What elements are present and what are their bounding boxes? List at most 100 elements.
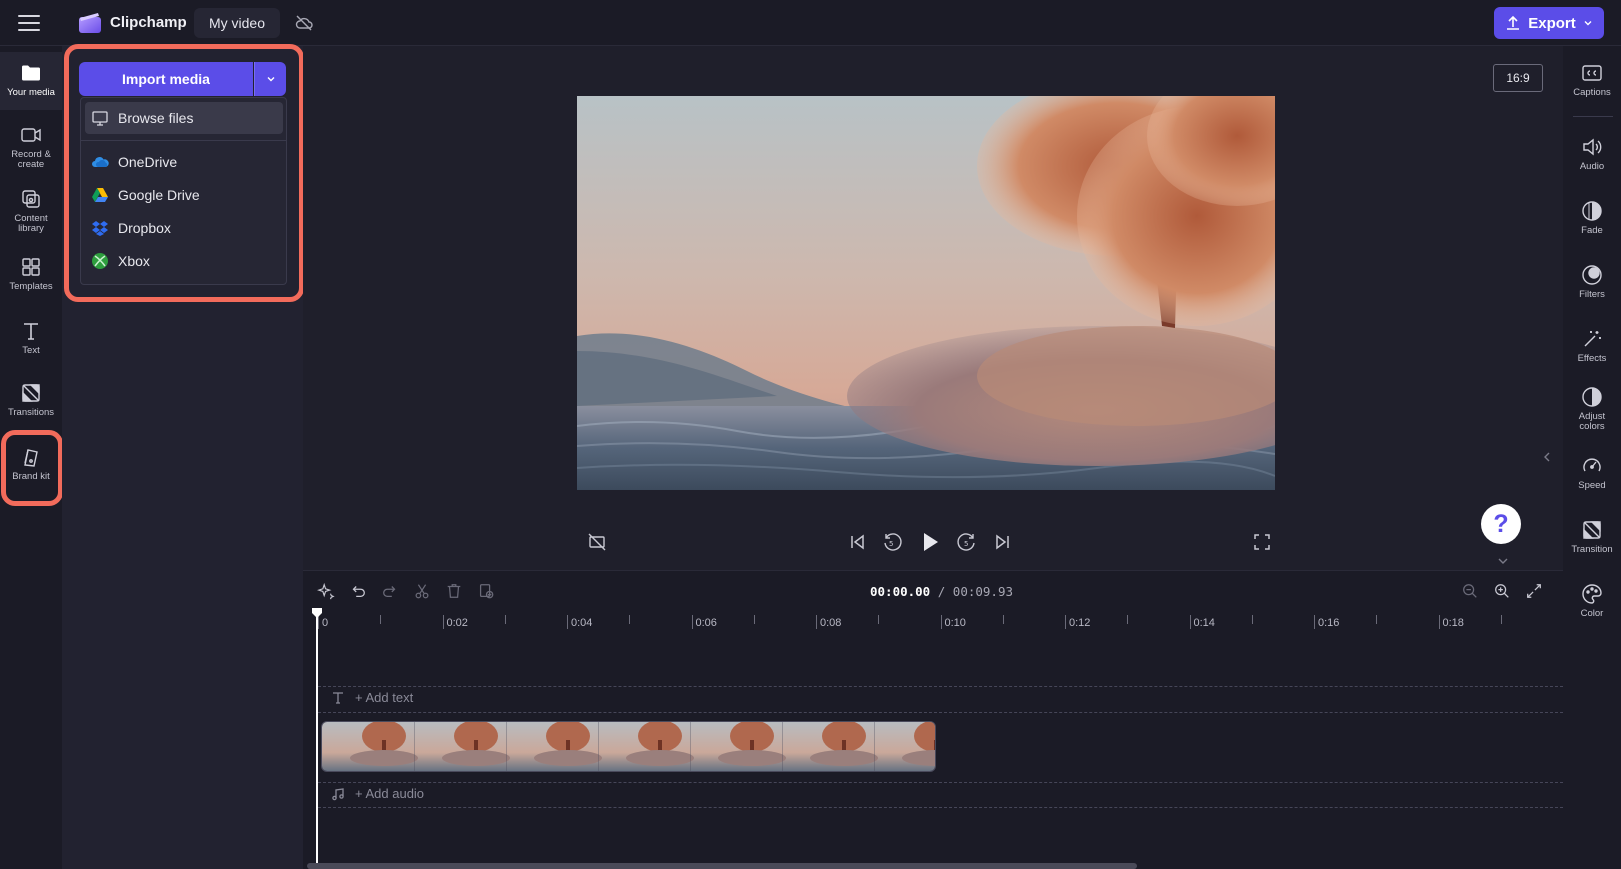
fade-icon	[1582, 201, 1602, 221]
chevron-down-icon	[1584, 21, 1592, 26]
text-icon	[24, 323, 38, 340]
magic-wand-icon	[1584, 331, 1601, 347]
cloud-off-icon[interactable]	[294, 13, 314, 33]
zoom-out-icon[interactable]	[1459, 580, 1481, 602]
import-media-button[interactable]: Import media	[79, 62, 253, 96]
library-icon	[22, 190, 40, 208]
add-clip-icon[interactable]	[475, 580, 497, 602]
dropbox-icon	[92, 221, 108, 236]
chevron-down-icon	[267, 77, 274, 82]
fullscreen-icon[interactable]	[1252, 532, 1272, 552]
rail-transitions[interactable]: Transitions	[0, 376, 62, 438]
help-button[interactable]: ?	[1481, 504, 1521, 544]
menu-icon[interactable]	[18, 12, 40, 34]
rail-fade[interactable]: Fade	[1563, 200, 1621, 236]
menu-item-dropbox[interactable]: Dropbox	[85, 212, 283, 244]
speaker-icon	[1583, 138, 1602, 156]
ruler-tick-label: 0:04	[571, 617, 593, 629]
magic-sparkle-icon[interactable]	[315, 580, 337, 602]
track-divider	[318, 807, 1563, 808]
brand-kit-icon	[24, 449, 38, 467]
add-text-label: + Add text	[355, 690, 414, 705]
menu-item-label: OneDrive	[118, 154, 178, 170]
ruler-tick	[1189, 615, 1191, 629]
ruler-minor-tick	[753, 615, 755, 624]
ruler-minor-tick	[1500, 615, 1502, 624]
scissors-icon[interactable]	[411, 580, 433, 602]
rail-label: Adjust colors	[1578, 411, 1606, 432]
menu-item-xbox[interactable]: Xbox	[85, 245, 283, 277]
right-rail-divider	[1573, 116, 1613, 117]
video-clip[interactable]	[321, 721, 936, 772]
total-time: / 00:09.93	[937, 584, 1014, 599]
rail-label: Transition	[1571, 544, 1613, 555]
svg-text:5: 5	[964, 540, 968, 548]
skip-forward-icon[interactable]	[993, 532, 1013, 552]
import-options-button[interactable]	[254, 62, 286, 96]
rail-templates[interactable]: Templates	[0, 250, 62, 310]
left-rail: Your media Record & create Content libra…	[0, 46, 62, 869]
captions-icon	[1582, 65, 1602, 81]
menu-item-onedrive[interactable]: OneDrive	[85, 146, 283, 178]
play-icon[interactable]	[918, 530, 942, 554]
rail-adjust-colors[interactable]: Adjust colors	[1563, 386, 1621, 432]
rail-captions[interactable]: Captions	[1563, 62, 1621, 98]
ruler-tick-label: 0:14	[1193, 617, 1215, 629]
rail-label: Fade	[1581, 225, 1603, 236]
zoom-in-icon[interactable]	[1491, 580, 1513, 602]
menu-item-label: Browse files	[118, 110, 194, 126]
export-button[interactable]: Export	[1494, 7, 1604, 39]
rail-effects[interactable]: Effects	[1563, 328, 1621, 364]
fit-timeline-icon[interactable]	[1523, 580, 1545, 602]
menu-item-google-drive[interactable]: Google Drive	[85, 179, 283, 211]
rail-speed[interactable]: Speed	[1563, 455, 1621, 491]
trash-icon[interactable]	[443, 580, 465, 602]
export-label: Export	[1528, 14, 1576, 32]
transitions-icon	[22, 384, 40, 402]
speedometer-icon	[1583, 458, 1601, 472]
clipchamp-logo	[78, 12, 102, 34]
rail-label: Brand kit	[12, 471, 50, 482]
redo-icon[interactable]	[379, 580, 401, 602]
rail-color[interactable]: Color	[1563, 583, 1621, 619]
rail-audio[interactable]: Audio	[1563, 136, 1621, 172]
rail-brand-kit[interactable]: Brand kit	[0, 440, 62, 502]
undo-icon[interactable]	[347, 580, 369, 602]
ruler-minor-tick	[878, 615, 880, 624]
ruler-tick	[567, 615, 568, 629]
menu-item-browse-files[interactable]: Browse files	[85, 102, 283, 134]
ruler-tick-label: 0:02	[446, 617, 468, 629]
rewind-5s-icon[interactable]: 5	[881, 531, 903, 553]
upload-icon	[1507, 15, 1520, 30]
add-audio-label: + Add audio	[355, 786, 425, 801]
rail-filters[interactable]: Filters	[1563, 264, 1621, 300]
forward-5s-icon[interactable]: 5	[956, 531, 978, 553]
rail-label: Filters	[1579, 289, 1605, 300]
rail-your-media[interactable]: Your media	[0, 52, 62, 110]
ruler-tick	[1314, 615, 1315, 629]
playhead-handle[interactable]	[311, 606, 323, 618]
ruler-tick-label: 0:18	[1442, 617, 1464, 629]
ruler-minor-tick	[1002, 615, 1004, 624]
rail-text[interactable]: Text	[0, 314, 62, 374]
ruler-tick-label: 0:08	[820, 617, 842, 629]
chevron-down-icon[interactable]	[1496, 556, 1510, 566]
aspect-ratio-button[interactable]: 16:9	[1493, 64, 1543, 92]
add-audio-track[interactable]: + Add audio	[331, 786, 424, 801]
time-readout: 00:00.00 / 00:09.93	[870, 584, 1013, 599]
project-title[interactable]: My video	[194, 8, 280, 38]
rail-label: Audio	[1579, 161, 1605, 172]
current-time: 00:00.00	[870, 584, 931, 599]
hide-video-icon[interactable]	[587, 532, 607, 552]
rail-record-create[interactable]: Record & create	[0, 118, 62, 180]
video-preview[interactable]	[577, 96, 1275, 490]
collapse-right-panel-icon[interactable]	[1543, 450, 1553, 470]
timeline-scrollbar[interactable]	[307, 863, 1137, 869]
rail-content-library[interactable]: Content library	[0, 182, 62, 244]
rail-transition[interactable]: Transition	[1563, 519, 1621, 555]
playhead[interactable]	[316, 608, 318, 869]
ruler-tick	[1438, 615, 1440, 629]
skip-back-icon[interactable]	[847, 532, 867, 552]
add-text-track[interactable]: + Add text	[331, 690, 413, 705]
contrast-icon	[1582, 387, 1602, 407]
